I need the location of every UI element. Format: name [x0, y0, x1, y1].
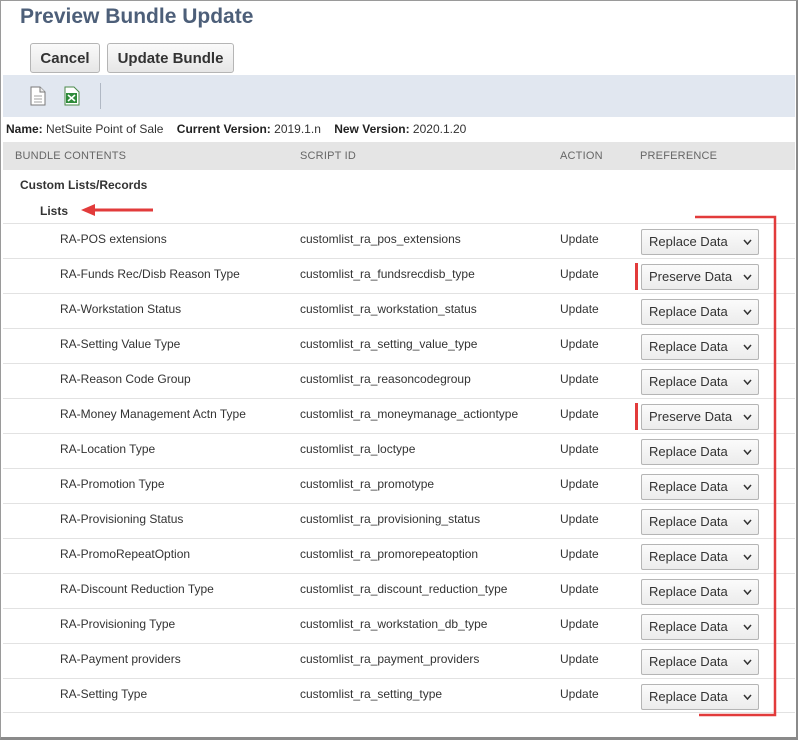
item-script-id: customlist_ra_promotype [300, 477, 435, 491]
current-version-value: 2019.1.n [274, 122, 321, 136]
column-script-id: SCRIPT ID [300, 150, 356, 162]
item-script-id: customlist_ra_provisioning_status [300, 512, 481, 526]
table-header: BUNDLE CONTENTS SCRIPT ID ACTION PREFERE… [3, 142, 795, 170]
item-script-id: customlist_ra_reasoncodegroup [300, 372, 471, 386]
item-action: Update [560, 582, 599, 596]
item-name: RA-Money Management Actn Type [60, 407, 246, 421]
item-name: RA-Payment providers [60, 652, 181, 666]
column-bundle-contents: BUNDLE CONTENTS [15, 150, 127, 162]
item-action: Update [560, 547, 599, 561]
table-bottom-border [3, 712, 795, 713]
item-action: Update [560, 652, 599, 666]
item-name: RA-Provisioning Status [60, 512, 184, 526]
item-action: Update [560, 512, 599, 526]
table-row: RA-PromoRepeatOption customlist_ra_promor… [3, 538, 795, 573]
item-script-id: customlist_ra_payment_providers [300, 652, 480, 666]
item-name: RA-PromoRepeatOption [60, 547, 191, 561]
item-action: Update [560, 337, 599, 351]
item-action: Update [560, 267, 599, 281]
new-version-label: New Version: [334, 122, 410, 136]
item-name: RA-POS extensions [60, 232, 167, 246]
page-title: Preview Bundle Update [20, 5, 254, 28]
table-row: RA-Payment providers customlist_ra_paymen… [3, 643, 795, 678]
item-script-id: customlist_ra_setting_value_type [300, 337, 478, 351]
section-lists: Lists [40, 204, 69, 218]
name-value: NetSuite Point of Sale [46, 122, 164, 136]
toolbar-separator [100, 83, 101, 109]
item-action: Update [560, 617, 599, 631]
item-script-id: customlist_ra_moneymanage_actiontype [300, 407, 519, 421]
section-custom-lists-records: Custom Lists/Records [20, 178, 148, 192]
column-action: ACTION [560, 150, 603, 162]
table-row: RA-Money Management Actn Type customlist_… [3, 398, 795, 433]
table-row: RA-Provisioning Type customlist_ra_workst… [3, 608, 795, 643]
item-name: RA-Promotion Type [60, 477, 165, 491]
current-version-label: Current Version: [176, 122, 271, 136]
bundle-info: Name: NetSuite Point of Sale Current Ver… [6, 122, 466, 136]
item-name: RA-Setting Value Type [60, 337, 181, 351]
update-bundle-button[interactable]: Update Bundle [107, 43, 234, 73]
item-action: Update [560, 232, 599, 246]
name-label: Name: [6, 122, 43, 136]
item-name: RA-Reason Code Group [60, 372, 191, 386]
column-preference: PREFERENCE [640, 150, 718, 162]
item-action: Update [560, 302, 599, 316]
item-action: Update [560, 687, 599, 701]
annotation-marker [635, 403, 638, 430]
item-name: RA-Discount Reduction Type [60, 582, 214, 596]
table-row: RA-Workstation Status customlist_ra_works… [3, 293, 795, 328]
item-action: Update [560, 477, 599, 491]
table-row: RA-Setting Value Type customlist_ra_setti… [3, 328, 795, 363]
item-name: RA-Funds Rec/Disb Reason Type [60, 267, 240, 281]
cancel-button[interactable]: Cancel [30, 43, 100, 73]
annotation-marker [635, 263, 638, 290]
annotation-arrow [81, 204, 153, 216]
table-row: RA-Reason Code Group customlist_ra_reason… [3, 363, 795, 398]
item-script-id: customlist_ra_fundsrecdisb_type [300, 267, 475, 281]
table-row: RA-Provisioning Status customlist_ra_prov… [3, 503, 795, 538]
table-row: RA-Setting Type customlist_ra_setting_typ… [3, 678, 795, 713]
item-script-id: customlist_ra_setting_type [300, 687, 443, 701]
item-script-id: customlist_ra_workstation_db_type [300, 617, 488, 631]
table-row: RA-Location Type customlist_ra_loctype Upd… [3, 433, 795, 468]
item-script-id: customlist_ra_pos_extensions [300, 232, 461, 246]
item-action: Update [560, 442, 599, 456]
table-row: RA-Promotion Type customlist_ra_promotype… [3, 468, 795, 503]
item-script-id: customlist_ra_promorepeatoption [300, 547, 479, 561]
item-action: Update [560, 372, 599, 386]
item-action: Update [560, 407, 599, 421]
document-icon[interactable] [30, 86, 46, 106]
item-name: RA-Location Type [60, 442, 156, 456]
excel-icon[interactable] [64, 86, 80, 106]
item-script-id: customlist_ra_discount_reduction_type [300, 582, 508, 596]
item-name: RA-Provisioning Type [60, 617, 176, 631]
item-name: RA-Setting Type [60, 687, 148, 701]
table-row: RA-POS extensions customlist_ra_pos_exten… [3, 223, 795, 258]
table-row: RA-Discount Reduction Type customlist_ra_… [3, 573, 795, 608]
item-script-id: customlist_ra_workstation_status [300, 302, 477, 316]
annotation-bracket [695, 215, 777, 717]
table-row: RA-Funds Rec/Disb Reason Type customlist_… [3, 258, 795, 293]
toolbar [3, 75, 795, 117]
item-script-id: customlist_ra_loctype [300, 442, 416, 456]
item-name: RA-Workstation Status [60, 302, 182, 316]
new-version-value: 2020.1.20 [412, 122, 467, 136]
